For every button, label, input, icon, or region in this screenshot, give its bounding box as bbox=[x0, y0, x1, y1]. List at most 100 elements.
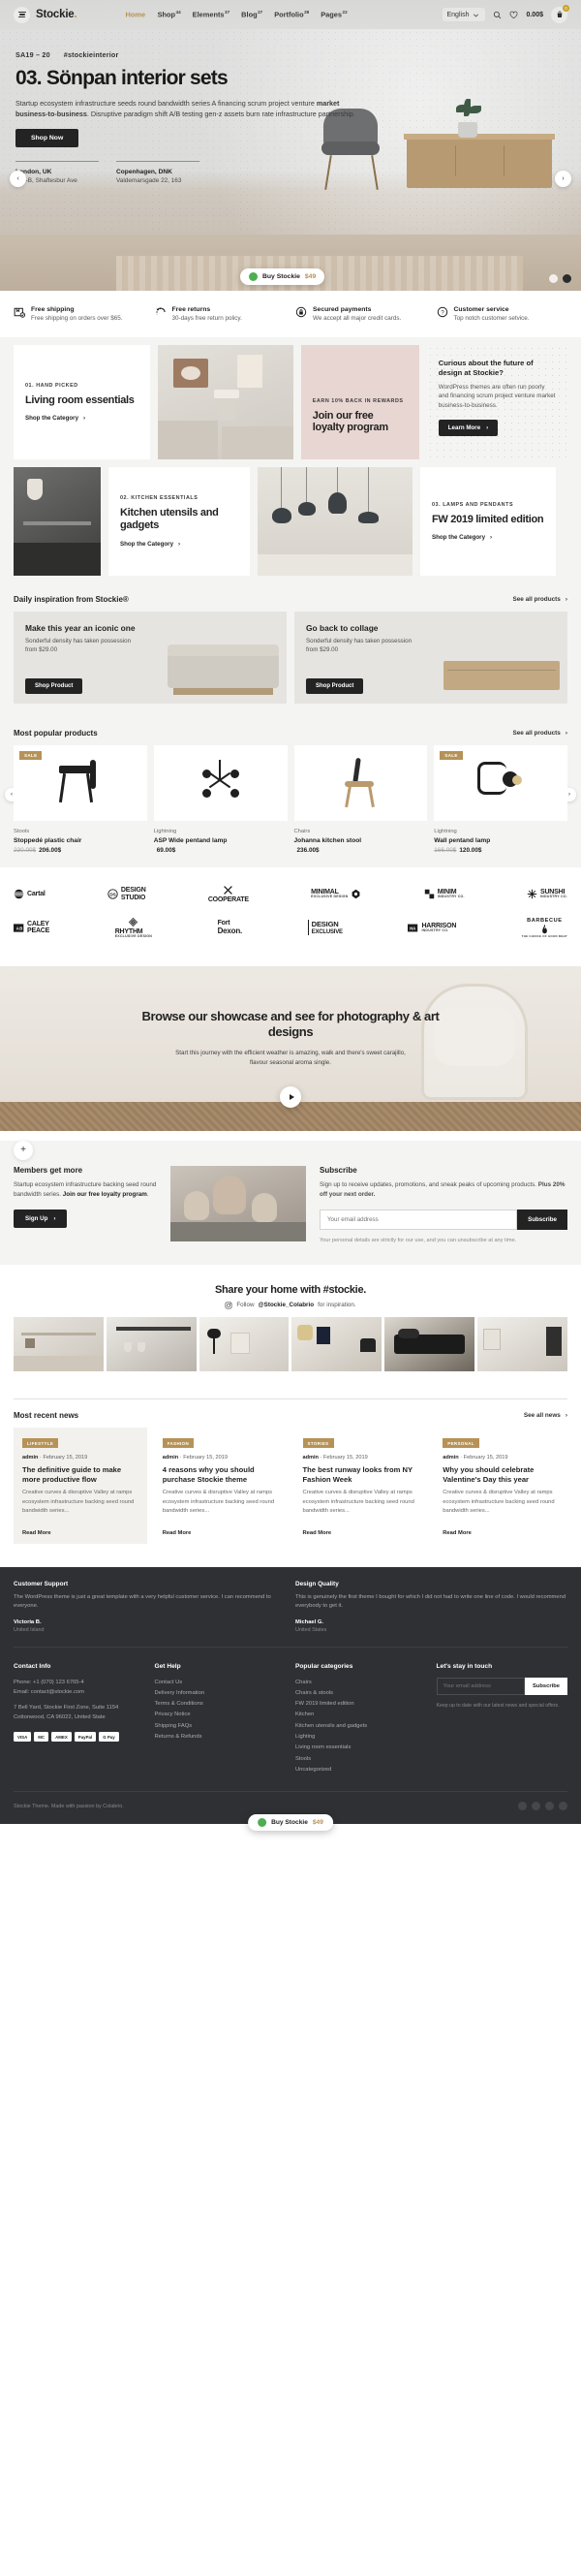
nav-item-blog[interactable]: Blog27 bbox=[241, 10, 262, 18]
brand[interactable]: Stockie. bbox=[14, 6, 77, 23]
sale-badge: SALE bbox=[19, 751, 43, 760]
testimonial-heading: Customer Support bbox=[14, 1580, 69, 1587]
instagram-photo[interactable] bbox=[477, 1316, 567, 1371]
inspiration-shop-button[interactable]: Shop Product bbox=[306, 678, 364, 694]
brand-cooperate: COOPERATE bbox=[208, 885, 249, 903]
instagram-photo[interactable] bbox=[106, 1316, 197, 1371]
category-kicker: 01. HAND PICKED bbox=[25, 382, 78, 389]
help-link[interactable]: Shipping FAQs bbox=[155, 1721, 287, 1732]
category-link[interactable]: Stools bbox=[295, 1754, 427, 1765]
expand-plus-button[interactable]: + bbox=[14, 1140, 33, 1160]
category-link[interactable]: Lighting bbox=[295, 1732, 427, 1743]
instagram-photo[interactable] bbox=[199, 1316, 290, 1371]
popular-see-all-link[interactable]: See all products › bbox=[512, 730, 567, 737]
loyalty-card[interactable]: EARN 10% BACK IN REWARDS Join our free l… bbox=[300, 345, 419, 459]
product-card[interactable]: Lightning ASP Wide pentand lamp 69.00$ bbox=[153, 745, 288, 854]
facebook-icon[interactable] bbox=[518, 1802, 527, 1811]
hero-address-london: London, UK 160-B, Shaftesbur Ave bbox=[15, 169, 99, 184]
contact-email[interactable]: Email: contact@stockie.com bbox=[14, 1687, 145, 1697]
help-link[interactable]: Privacy Notice bbox=[155, 1710, 287, 1720]
category-card-lamps[interactable]: 03. LAMPS AND PENDANTS FW 2019 limited e… bbox=[420, 467, 556, 576]
logo[interactable]: Stockie. bbox=[36, 9, 77, 20]
sign-up-button[interactable]: Sign Up › bbox=[14, 1209, 68, 1228]
hero-dot-2[interactable] bbox=[563, 274, 571, 283]
news-read-more-link[interactable]: Read More bbox=[303, 1530, 332, 1536]
hero-prev-button[interactable]: ‹ bbox=[10, 171, 26, 187]
help-link[interactable]: Contact Us bbox=[155, 1678, 287, 1688]
hero-next-button[interactable]: › bbox=[555, 171, 571, 187]
category-link[interactable]: FW 2019 limited edition bbox=[295, 1699, 427, 1710]
instagram-title: Share your home with #stockie. bbox=[214, 1283, 367, 1296]
footer-buy-stockie-pill[interactable]: Buy Stockie $49 bbox=[248, 1814, 333, 1832]
instagram-photo[interactable] bbox=[14, 1316, 104, 1371]
menu-icon[interactable] bbox=[14, 6, 30, 23]
news-card[interactable]: FASHION admin · February 15, 2019 4 reas… bbox=[153, 1427, 288, 1544]
hero-dot-1[interactable] bbox=[549, 274, 558, 283]
nav-item-pages[interactable]: Pages22 bbox=[321, 10, 347, 18]
members-column: Members get more Startup ecosystem infra… bbox=[14, 1166, 157, 1228]
news-read-more-link[interactable]: Read More bbox=[22, 1530, 51, 1536]
inspiration-card-2[interactable]: Go back to collage Sonderful density has… bbox=[294, 612, 567, 704]
category-card-kitchen[interactable]: 02. KITCHEN ESSENTIALS Kitchen utensils … bbox=[108, 467, 250, 576]
twitter-icon[interactable] bbox=[532, 1802, 540, 1811]
inspiration-shop-button[interactable]: Shop Product bbox=[25, 678, 83, 694]
language-label: English bbox=[446, 11, 470, 18]
buy-stockie-pill[interactable]: Buy Stockie $49 bbox=[240, 268, 325, 285]
category-link[interactable]: Shop the Category › bbox=[25, 415, 138, 422]
popular-header: Most popular products See all products › bbox=[0, 717, 581, 745]
pinterest-icon[interactable] bbox=[559, 1802, 567, 1811]
promo-learn-more-button[interactable]: Learn More › bbox=[438, 419, 499, 436]
product-card[interactable]: Chairs Johanna kitchen stool 236.00$ bbox=[293, 745, 428, 854]
category-link[interactable]: Kitchen utensils and gadgets bbox=[295, 1721, 427, 1732]
contact-phone: Phone: +1 (070) 123 6765-4 bbox=[14, 1679, 84, 1685]
inspiration-card-1[interactable]: Make this year an iconic one Sonderful d… bbox=[14, 612, 287, 704]
help-link[interactable]: Returns & Refunds bbox=[155, 1732, 287, 1743]
category-link[interactable]: Shop the Category › bbox=[120, 541, 238, 548]
category-link[interactable]: Living room essentials bbox=[295, 1743, 427, 1753]
category-card-living-room[interactable]: 01. HAND PICKED Living room essentials S… bbox=[14, 345, 151, 459]
category-row-1: 01. HAND PICKED Living room essentials S… bbox=[14, 345, 568, 459]
wishlist-heart-icon[interactable] bbox=[509, 11, 518, 19]
news-read-more-link[interactable]: Read More bbox=[443, 1530, 472, 1536]
subscribe-submit-button[interactable]: Subscribe bbox=[517, 1209, 567, 1230]
news-card[interactable]: PERSONAL admin · February 15, 2019 Why y… bbox=[434, 1427, 567, 1544]
nav-item-elements[interactable]: Elements37 bbox=[193, 10, 230, 18]
footer-col-title: Contact Info bbox=[14, 1662, 51, 1670]
product-price: 166.00$ 120.00$ bbox=[434, 847, 482, 854]
nav-item-home[interactable]: Home bbox=[126, 10, 146, 19]
hero-eyebrow: SA19 – 20 #stockieinterior bbox=[15, 50, 566, 59]
inspiration-see-all-link[interactable]: See all products › bbox=[512, 596, 567, 603]
instagram-photo[interactable] bbox=[384, 1316, 475, 1371]
play-button[interactable] bbox=[280, 1085, 301, 1108]
news-read-more-link[interactable]: Read More bbox=[163, 1530, 192, 1536]
news-tag: PERSONAL bbox=[443, 1438, 479, 1449]
category-link[interactable]: Chairs bbox=[295, 1678, 427, 1688]
instagram-icon[interactable] bbox=[545, 1802, 554, 1811]
nav-item-shop[interactable]: Shop44 bbox=[158, 10, 181, 18]
category-link[interactable]: Kitchen bbox=[295, 1710, 427, 1720]
nav-item-portfolio[interactable]: Portfolio28 bbox=[274, 10, 309, 18]
search-icon[interactable] bbox=[493, 11, 502, 19]
category-link[interactable]: Chairs & stools bbox=[295, 1688, 427, 1699]
product-card[interactable]: SALE Lightning Wall pentand lamp 166.00$… bbox=[434, 745, 567, 854]
product-name: ASP Wide pentand lamp bbox=[153, 837, 228, 844]
news-card[interactable]: STORIES admin · February 15, 2019 The be… bbox=[293, 1427, 428, 1544]
footer-email-input[interactable] bbox=[436, 1677, 525, 1695]
news-see-all-link[interactable]: See all news › bbox=[524, 1412, 567, 1419]
hero-shop-now-button[interactable]: Shop Now bbox=[15, 128, 79, 147]
category-link[interactable]: Shop the Category › bbox=[432, 534, 544, 541]
hero-address-copenhagen: Copenhagen, DNK Valdemarsgade 22, 163 bbox=[116, 169, 199, 184]
subscribe-email-input[interactable] bbox=[320, 1209, 518, 1230]
news-card[interactable]: LIFESTYLE admin · February 15, 2019 The … bbox=[14, 1427, 147, 1544]
instagram-photo[interactable] bbox=[291, 1316, 382, 1371]
instagram-follow[interactable]: Follow @Stockie_Colabrio for inspiration… bbox=[0, 1302, 581, 1309]
footer-col-title: Popular categories bbox=[295, 1662, 353, 1670]
cart-button[interactable]: 0 bbox=[551, 4, 569, 23]
product-card[interactable]: SALE Stools Stoppedé plastic chair 230.0… bbox=[14, 745, 147, 854]
footer-subscribe-button[interactable]: Subscribe bbox=[524, 1677, 567, 1695]
category-link[interactable]: Uncategorized bbox=[295, 1765, 427, 1775]
help-link[interactable]: Delivery Information bbox=[155, 1688, 287, 1699]
help-link[interactable]: Terms & Conditions bbox=[155, 1699, 287, 1710]
category-image-living-room bbox=[158, 345, 293, 459]
language-selector[interactable]: English bbox=[442, 8, 486, 21]
